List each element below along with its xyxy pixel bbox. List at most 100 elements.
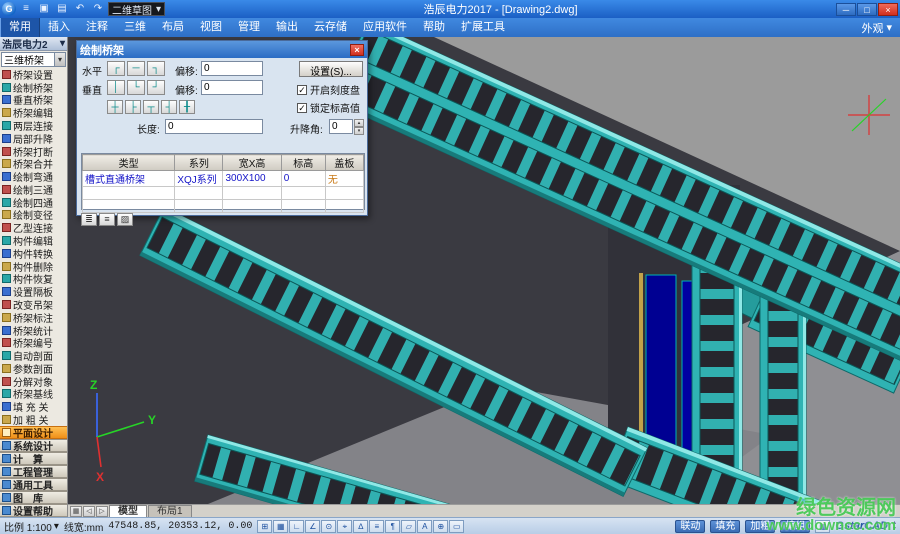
horizontal-mode-2-button[interactable]: ─ [127, 61, 145, 76]
dial-checkbox[interactable]: ✓ 开启刻度盘 [297, 82, 360, 97]
tray-tool-4-button[interactable]: ┤ [161, 100, 177, 114]
workspace-switch-icon[interactable]: ⊕ [433, 520, 448, 533]
appearance-menu[interactable]: 外观 ▾ [861, 20, 900, 36]
tray-tool-1-button[interactable]: ┼ [107, 100, 123, 114]
grid-icon[interactable]: ▦ [273, 520, 288, 533]
horizontal-mode-1-button[interactable]: ┌ [107, 61, 125, 76]
tab-next-icon[interactable]: ▷ [96, 506, 108, 517]
arrow-down-icon[interactable]: ▾ [893, 526, 896, 532]
spin-up-icon[interactable]: ▴ [354, 119, 364, 127]
horizontal-mode-3-button[interactable]: ┐ [147, 61, 165, 76]
offset-v-input[interactable] [201, 80, 263, 95]
transparency-icon[interactable]: ▱ [401, 520, 416, 533]
dyn-icon[interactable]: ≡ [369, 520, 384, 533]
tab-view[interactable]: 视图 [192, 18, 230, 37]
col-size[interactable]: 宽X高 [223, 155, 281, 171]
group-toggle[interactable]: 编组 [780, 520, 810, 533]
ducs-icon[interactable]: ∆ [353, 520, 368, 533]
close-button[interactable]: × [878, 3, 898, 16]
lock-elevation-checkbox[interactable]: ✓ 锁定标高值 [297, 100, 360, 115]
tab-cloud[interactable]: 云存储 [306, 18, 355, 37]
lift-angle-input[interactable] [329, 119, 353, 134]
tab-3d[interactable]: 三维 [116, 18, 154, 37]
svg-text:Z: Z [90, 378, 97, 392]
tab-output[interactable]: 输出 [268, 18, 306, 37]
tab-prev-icon[interactable]: ◁ [83, 506, 95, 517]
clean-screen-icon[interactable]: ▭ [449, 520, 464, 533]
polar-icon[interactable]: ∠ [305, 520, 320, 533]
table-row[interactable]: 槽式直通桥架 XQJ系列 300X100 0 无 [83, 171, 364, 187]
dialog-titlebar[interactable]: 绘制桥架 × [77, 41, 367, 58]
linkage-toggle[interactable]: 联动 [675, 520, 705, 533]
tab-ext-tools[interactable]: 扩展工具 [453, 18, 513, 37]
model-tab[interactable]: 模型 [109, 505, 147, 517]
palette-title[interactable]: 浩辰电力2 ▾ [0, 37, 67, 51]
tab-manage[interactable]: 管理 [230, 18, 268, 37]
statusbar-expand-arrows[interactable]: ▴ ▾ [893, 520, 896, 532]
fill-toggle[interactable]: 填充 [710, 520, 740, 533]
vertical-mode-3-button[interactable]: ┘ [147, 80, 165, 95]
col-type[interactable]: 类型 [83, 155, 175, 171]
maximize-button[interactable]: □ [857, 3, 877, 16]
settings-button[interactable]: 设置(S)... [299, 61, 363, 77]
scale-selector[interactable]: 比例 1:100 ▾ [4, 519, 59, 534]
workspace-selector[interactable]: 二维草图 ▾ [108, 2, 165, 16]
dialog-close-icon[interactable]: × [350, 44, 364, 56]
tray-tool-5-button[interactable]: ╂ [179, 100, 195, 114]
lineweight-label[interactable]: 线宽:mm [64, 519, 103, 534]
brush-icon[interactable]: ▨ [117, 213, 133, 226]
snap-icon[interactable]: ⊞ [257, 520, 272, 533]
save-icon[interactable]: ▣ [36, 2, 52, 16]
category-settings-help[interactable]: 设置帮助 [0, 504, 67, 517]
vertical-mode-2-button[interactable]: └ [127, 80, 145, 95]
ortho-icon[interactable]: ∟ [289, 520, 304, 533]
vertical-mode-1-button[interactable]: │ [107, 80, 125, 95]
bold-toggle[interactable]: 加粗 [745, 520, 775, 533]
tool-icon [2, 249, 11, 258]
tab-help[interactable]: 帮助 [415, 18, 453, 37]
spin-down-icon[interactable]: ▾ [354, 127, 364, 135]
tab-layout[interactable]: 布局 [154, 18, 192, 37]
tool-icon [2, 326, 11, 335]
lwt-icon[interactable]: ¶ [385, 520, 400, 533]
lift-angle-stepper[interactable]: ▴ ▾ [354, 119, 364, 134]
layout1-tab[interactable]: 布局1 [148, 505, 192, 517]
offset-h-input[interactable] [201, 61, 263, 76]
table-row-empty [83, 187, 364, 200]
horizontal-label: 水平 [82, 63, 102, 78]
length-input[interactable] [165, 119, 263, 134]
minimize-button[interactable]: ─ [836, 3, 856, 16]
drawing-viewport[interactable]: Z Y X 绘制桥架 × 水平 ┌ [68, 37, 900, 517]
tab-apps[interactable]: 应用软件 [355, 18, 415, 37]
col-series[interactable]: 系列 [175, 155, 223, 171]
sidebar-item-bold-toggle[interactable]: 加 粗 关 [0, 413, 67, 426]
tool-icon [2, 274, 11, 283]
tool-icon [2, 172, 11, 181]
workspace-label: 二维草图 [112, 2, 152, 17]
tray-tool-2-button[interactable]: ├ [125, 100, 141, 114]
undo-icon[interactable]: ↶ [72, 2, 88, 16]
category-dropdown[interactable]: 三维桥架 ▾ [1, 52, 66, 67]
app-logo-icon[interactable]: G [2, 2, 16, 16]
category-icon [2, 480, 11, 489]
tool-icon [2, 185, 11, 194]
menu-icon[interactable]: ≡ [18, 2, 34, 16]
palette-icon[interactable]: ▦ [815, 520, 830, 533]
tab-annotate[interactable]: 注释 [78, 18, 116, 37]
tray-tool-3-button[interactable]: ┬ [143, 100, 159, 114]
otrack-icon[interactable]: ⌖ [337, 520, 352, 533]
col-elevation[interactable]: 标高 [281, 155, 325, 171]
osnap-icon[interactable]: ⊙ [321, 520, 336, 533]
checkbox-checked-icon: ✓ [297, 103, 307, 113]
compact-view-icon[interactable]: ≡ [99, 213, 115, 226]
print-icon[interactable]: ▤ [54, 2, 70, 16]
list-view-icon[interactable]: ≣ [81, 213, 97, 226]
tool-icon [2, 236, 11, 245]
tab-home[interactable]: 常用 [0, 18, 40, 37]
annotation-icon[interactable]: A [417, 520, 432, 533]
layout-grid-icon[interactable]: ▦ [70, 506, 82, 517]
redo-icon[interactable]: ↷ [90, 2, 106, 16]
chevron-down-icon: ▾ [156, 4, 161, 15]
col-cover[interactable]: 盖板 [325, 155, 363, 171]
tab-insert[interactable]: 插入 [40, 18, 78, 37]
